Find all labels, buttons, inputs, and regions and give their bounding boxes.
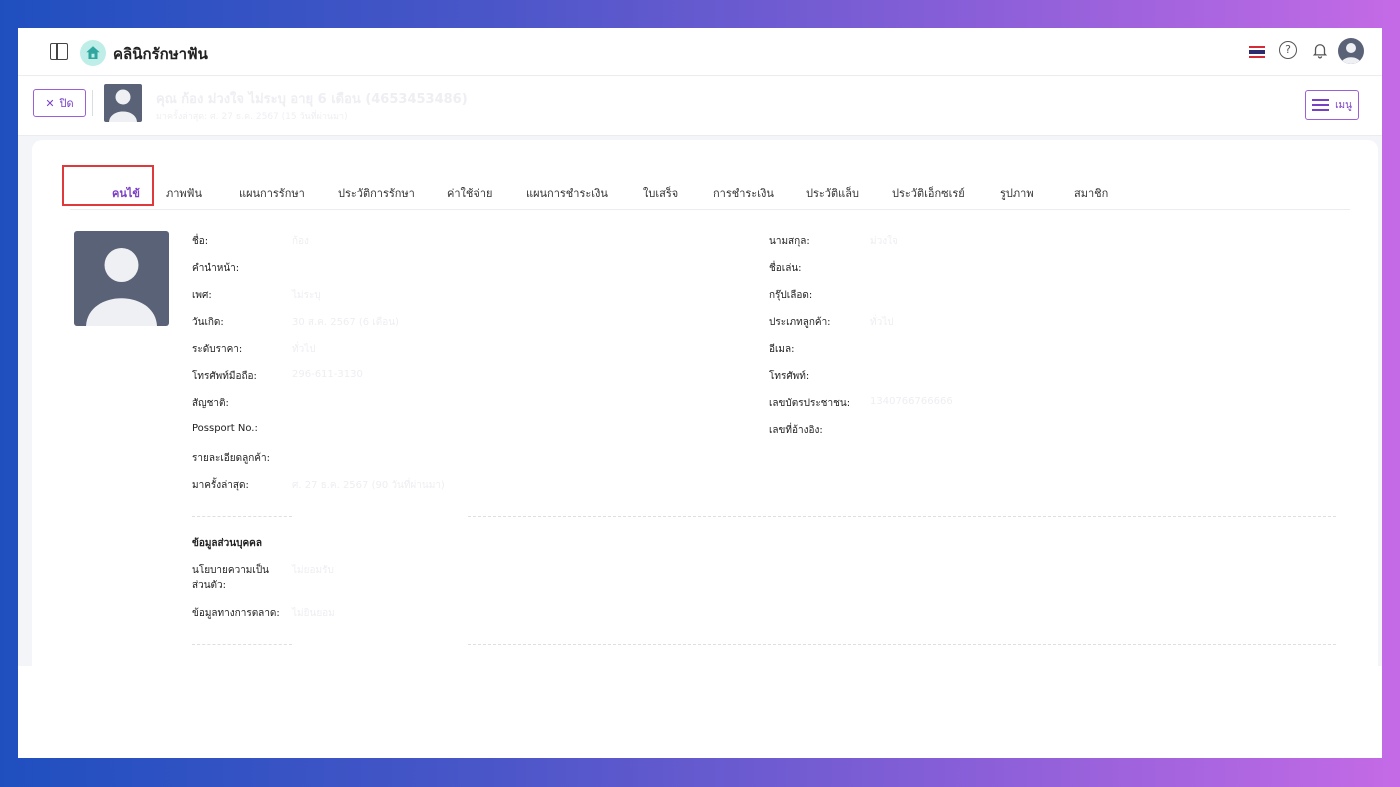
mobile-value: 296-611-3130 bbox=[292, 369, 363, 380]
patient-name: คุณ ก้อง ม่วงใจ ไม่ระบุ อายุ 6 เดือน (46… bbox=[156, 92, 468, 107]
section-divider bbox=[192, 516, 292, 517]
gender-value: ไม่ระบุ bbox=[292, 290, 321, 301]
menu-button[interactable]: เมนู bbox=[1305, 90, 1359, 120]
hamburger-icon bbox=[1312, 99, 1330, 111]
close-label: ปิด bbox=[59, 97, 74, 110]
tab-treatment-plan[interactable]: แผนการรักษา bbox=[239, 184, 305, 202]
tab-members[interactable]: สมาชิก bbox=[1074, 184, 1108, 202]
tab-dental-chart[interactable]: ภาพฟัน bbox=[166, 184, 202, 202]
gender-label: เพศ: bbox=[192, 290, 212, 301]
close-button[interactable]: ✕ ปิด bbox=[33, 89, 86, 117]
privacy-policy-label: นโยบายความเป็น bbox=[192, 565, 270, 576]
tab-lab-history[interactable]: ประวัติแล็บ bbox=[806, 184, 859, 202]
content-area: คนไข้ ภาพฟัน แผนการรักษา ประวัติการรักษา… bbox=[18, 136, 1382, 758]
user-avatar[interactable] bbox=[1338, 38, 1364, 64]
customer-type-label: ประเภทลูกค้า: bbox=[769, 317, 831, 328]
privacy-policy-label-cont: ส่วนตัว: bbox=[192, 580, 227, 591]
first-name-label: ชื่อ: bbox=[192, 236, 209, 247]
close-icon: ✕ bbox=[45, 96, 55, 110]
tab-xray-history[interactable]: ประวัติเอ็กซเรย์ bbox=[892, 184, 965, 202]
notification-bell-icon[interactable] bbox=[1311, 41, 1329, 59]
app-title: คลินิกรักษาฟัน bbox=[113, 45, 208, 63]
last-name-label: นามสกุล: bbox=[769, 236, 810, 247]
active-tab-highlight bbox=[62, 165, 154, 206]
birthdate-label: วันเกิด: bbox=[192, 317, 224, 328]
national-id-value: 1340766766666 bbox=[870, 396, 953, 407]
last-name-value: ม่วงใจ bbox=[870, 236, 898, 247]
tab-treatment-history[interactable]: ประวัติการรักษา bbox=[338, 184, 415, 202]
privacy-policy-value: ไม่ยอมรับ bbox=[292, 565, 334, 576]
patient-card: คนไข้ ภาพฟัน แผนการรักษา ประวัติการรักษา… bbox=[32, 140, 1378, 680]
section-divider bbox=[468, 644, 1336, 645]
help-icon[interactable]: ? bbox=[1279, 41, 1297, 59]
birthdate-value: 30 ส.ค. 2567 (6 เดือน) bbox=[292, 317, 399, 328]
tab-expenses[interactable]: ค่าใช้จ่าย bbox=[447, 184, 492, 202]
last-visit-value: ศ. 27 ธ.ค. 2567 (90 วันที่ผ่านมา) bbox=[292, 480, 445, 491]
nationality-label: สัญชาติ: bbox=[192, 398, 229, 409]
national-id-label: เลขบัตรประชาชน: bbox=[769, 398, 851, 409]
email-label: อีเมล: bbox=[769, 344, 795, 355]
app-window: คลินิกรักษาฟัน ? ✕ ปิด คุณ ก้อง ม่วงใจ ไ… bbox=[18, 28, 1382, 758]
divider bbox=[92, 90, 93, 116]
tab-payment-plan[interactable]: แผนการชำระเงิน bbox=[526, 184, 608, 202]
mobile-label: โทรศัพท์มือถือ: bbox=[192, 371, 257, 382]
first-name-value: ก้อง bbox=[292, 236, 309, 247]
phone-label: โทรศัพท์: bbox=[769, 371, 810, 382]
last-visit-label: มาครั้งล่าสุด: bbox=[192, 480, 249, 491]
customer-type-value: ทั่วไป bbox=[870, 317, 894, 328]
prefix-label: คำนำหน้า: bbox=[192, 263, 240, 274]
customer-details-label: รายละเอียดลูกค้า: bbox=[192, 453, 270, 464]
personal-info-heading: ข้อมูลส่วนบุคคล bbox=[192, 538, 262, 549]
section-divider bbox=[468, 516, 1336, 517]
tab-images[interactable]: รูปภาพ bbox=[1000, 184, 1034, 202]
marketing-consent-label: ข้อมูลทางการตลาด: bbox=[192, 608, 280, 619]
marketing-consent-value: ไม่ยินยอม bbox=[292, 608, 335, 619]
section-divider bbox=[192, 644, 292, 645]
sidebar-toggle-icon[interactable] bbox=[50, 43, 68, 60]
profile-photo[interactable] bbox=[74, 231, 169, 326]
patient-header: ✕ ปิด คุณ ก้อง ม่วงใจ ไม่ระบุ อายุ 6 เดื… bbox=[18, 76, 1382, 136]
blood-group-label: กรุ๊ปเลือด: bbox=[769, 290, 813, 301]
tab-receipts[interactable]: ใบเสร็จ bbox=[643, 184, 678, 202]
language-flag-icon[interactable] bbox=[1249, 46, 1265, 58]
tab-bar: คนไข้ ภาพฟัน แผนการรักษา ประวัติการรักษา… bbox=[70, 172, 1350, 210]
tab-payments[interactable]: การชำระเงิน bbox=[713, 184, 774, 202]
top-bar: คลินิกรักษาฟัน ? bbox=[18, 28, 1382, 76]
reference-number-label: เลขที่อ้างอิง: bbox=[769, 425, 823, 436]
passport-label: Possport No.: bbox=[192, 423, 258, 434]
price-level-value: ทั่วไป bbox=[292, 344, 316, 355]
patient-avatar bbox=[104, 84, 142, 122]
lower-blank-area bbox=[18, 666, 1382, 758]
clinic-logo-icon bbox=[80, 40, 106, 66]
nickname-label: ชื่อเล่น: bbox=[769, 263, 802, 274]
menu-label: เมนู bbox=[1335, 99, 1352, 111]
price-level-label: ระดับราคา: bbox=[192, 344, 243, 355]
patient-last-visit: มาครั้งล่าสุด: ศ. 27 ธ.ค. 2567 (15 วันที… bbox=[156, 112, 348, 122]
